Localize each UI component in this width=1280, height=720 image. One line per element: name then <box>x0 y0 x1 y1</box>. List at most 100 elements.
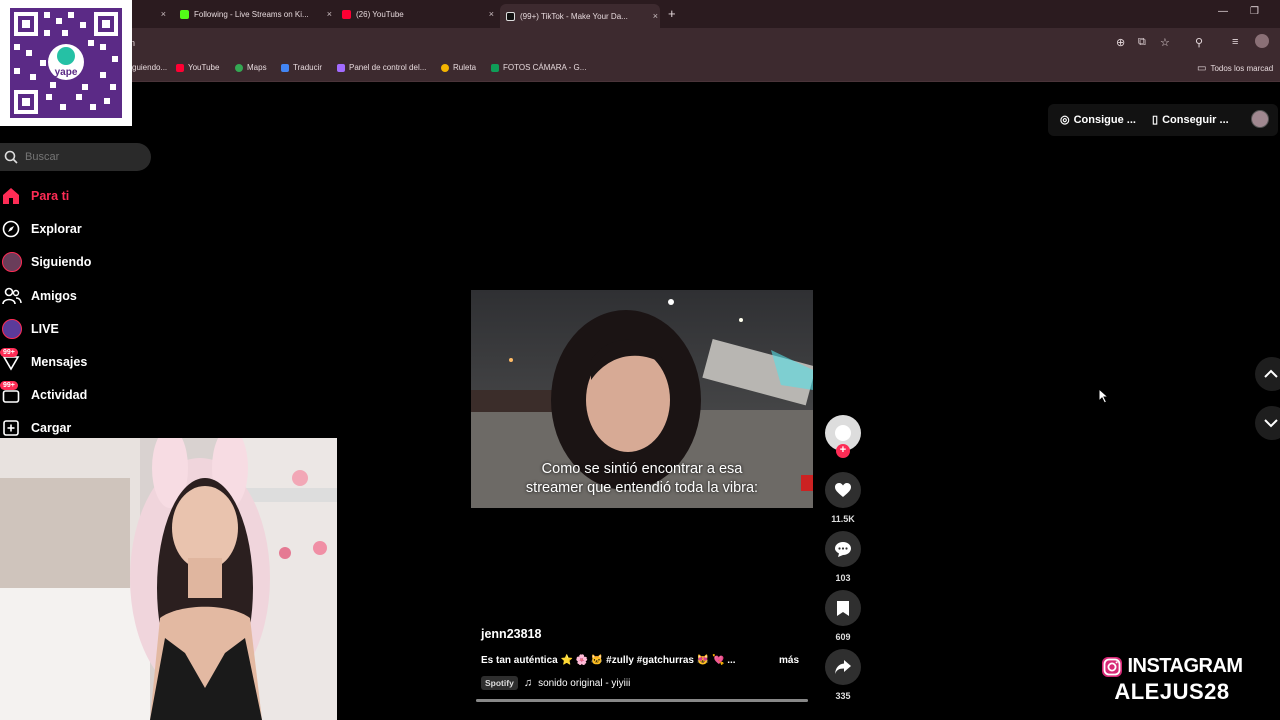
instagram-line: INSTAGRAM <box>1087 655 1257 678</box>
media-icon[interactable]: ≡ <box>1232 36 1238 48</box>
video-author[interactable]: jenn23818 <box>481 627 541 641</box>
previous-video-button[interactable] <box>1255 357 1280 391</box>
like-button[interactable] <box>825 472 861 508</box>
nav-label: LIVE <box>31 322 59 336</box>
cast-icon[interactable]: ⧉ <box>1138 36 1146 49</box>
star-icon[interactable]: ☆ <box>1160 36 1170 49</box>
next-video-button[interactable] <box>1255 406 1280 440</box>
close-tab-icon[interactable]: × <box>327 9 332 19</box>
nav-explorar[interactable]: Explorar <box>0 219 82 239</box>
progress-fill <box>476 699 808 702</box>
bookmark-fotos[interactable]: FOTOS CÁMARA - G... <box>491 63 586 72</box>
nav-label: Explorar <box>31 222 82 236</box>
follow-plus-icon[interactable]: + <box>836 444 850 458</box>
bookmark-label: FOTOS CÁMARA - G... <box>503 63 587 72</box>
button-label: Conseguir ... <box>1162 113 1229 126</box>
bookmark-maps[interactable]: Maps <box>235 63 267 72</box>
user-avatar[interactable] <box>1251 110 1269 128</box>
more-button[interactable]: más <box>779 655 799 666</box>
minimize-icon[interactable]: — <box>1218 6 1228 17</box>
spotify-badge[interactable]: Spotify <box>481 676 518 690</box>
video-description: Es tan auténtica ⭐ 🌸 🐱 #zully #gatchurra… <box>481 655 736 666</box>
youtube-icon <box>176 63 184 72</box>
bookmark-label: Traducir <box>293 63 323 72</box>
qr-code-icon: yape <box>0 0 132 126</box>
all-bookmarks[interactable]: ▭ Todos los marcad <box>1197 63 1273 74</box>
instagram-handle: ALEJUS28 <box>1114 679 1230 704</box>
comment-button[interactable] <box>825 531 861 567</box>
share-count: 335 <box>835 691 851 701</box>
new-tab-button[interactable]: + <box>668 6 676 21</box>
nav-label: Cargar <box>31 421 72 435</box>
browser-tab-tiktok[interactable]: (99+) TikTok - Make Your Da... × <box>500 4 660 28</box>
activity-badge: 99+ <box>0 381 18 390</box>
close-tab-icon[interactable]: × <box>161 9 166 19</box>
tiktok-icon <box>506 11 515 21</box>
get-app-button[interactable]: ▯ Conseguir ... <box>1152 113 1229 127</box>
search-box[interactable] <box>0 143 151 171</box>
browser-tab-kick[interactable]: Following - Live Streams on Ki... × <box>174 4 334 24</box>
kick-icon <box>180 9 189 19</box>
avatar-placeholder-icon <box>835 425 851 441</box>
nav-para-ti[interactable]: Para ti <box>0 186 69 206</box>
nav-actividad[interactable]: 99+ Actividad <box>0 381 87 405</box>
extensions-icon[interactable]: ⚲ <box>1195 36 1203 49</box>
share-button[interactable] <box>825 649 861 685</box>
get-coins-button[interactable]: ◎ Consigue ... <box>1060 113 1136 127</box>
sound-name: sonido original - yiyiii <box>538 677 631 689</box>
profile-avatar[interactable] <box>1255 34 1269 48</box>
bookmark-ruleta[interactable]: Ruleta <box>441 63 476 72</box>
home-icon <box>3 188 19 204</box>
comment-icon <box>835 541 851 557</box>
browser-tab-1[interactable]: × <box>132 4 168 24</box>
phone-icon: ▯ <box>1152 114 1159 126</box>
music-row[interactable]: Spotify ♫ sonido original - yiyiii <box>481 676 630 690</box>
bookmark-icon <box>837 600 849 616</box>
chevron-up-icon <box>1264 369 1278 378</box>
search-input[interactable] <box>25 151 135 163</box>
video-player[interactable]: Como se sintió encontrar a esa streamer … <box>471 290 813 508</box>
bookmark-label: YouTube <box>188 63 220 72</box>
bookmark-label: Ruleta <box>453 63 477 72</box>
upload-icon <box>3 420 19 436</box>
translate-icon <box>281 63 289 72</box>
close-tab-icon[interactable]: × <box>489 9 494 19</box>
close-tab-icon[interactable]: × <box>653 11 658 21</box>
save-count: 609 <box>835 632 851 642</box>
zoom-icon[interactable]: ⊕ <box>1116 36 1125 49</box>
nav-cargar[interactable]: Cargar <box>0 418 71 438</box>
video-caption-line2: streamer que entendió toda la vibra: <box>525 480 759 496</box>
comment-count: 103 <box>835 573 851 583</box>
svg-text:yape: yape <box>55 67 78 78</box>
tab-label: (99+) TikTok - Make Your Da... <box>520 11 628 21</box>
following-avatar-icon <box>2 252 22 272</box>
like-count: 11.5K <box>831 514 855 524</box>
bookmark-panel[interactable]: Panel de control del... <box>337 63 426 72</box>
screen: × Following - Live Streams on Ki... × (2… <box>0 0 1280 720</box>
bookmark-youtube[interactable]: YouTube <box>176 63 219 72</box>
save-button[interactable] <box>825 590 861 626</box>
nav-mensajes[interactable]: 99+ Mensajes <box>0 348 87 372</box>
bookmark-traducir[interactable]: Traducir <box>281 63 322 72</box>
address-bar[interactable] <box>0 28 1280 58</box>
nav-siguiendo[interactable]: Siguiendo <box>0 252 91 272</box>
bookmark-siguiendo[interactable]: guiendo... <box>132 63 167 72</box>
maps-icon <box>235 63 243 72</box>
youtube-icon <box>342 9 351 19</box>
nav-amigos[interactable]: Amigos <box>0 286 77 306</box>
live-icon <box>2 319 22 339</box>
bookmark-label: Todos los marcad <box>1210 64 1274 73</box>
webcam-overlay <box>0 438 337 720</box>
message-badge: 99+ <box>0 348 18 357</box>
heart-icon <box>835 482 851 497</box>
bookmark-label: Maps <box>247 63 267 72</box>
webcam-image <box>0 438 337 720</box>
bookmark-label: Panel de control del... <box>349 63 427 72</box>
nav-label: Mensajes <box>31 355 88 369</box>
restore-icon[interactable]: ❐ <box>1250 6 1259 17</box>
video-progress-bar[interactable] <box>476 699 808 702</box>
nav-label: Siguiendo <box>31 255 92 269</box>
friends-icon <box>2 287 22 305</box>
nav-live[interactable]: LIVE <box>0 319 59 339</box>
browser-tab-youtube[interactable]: (26) YouTube × <box>336 4 496 24</box>
